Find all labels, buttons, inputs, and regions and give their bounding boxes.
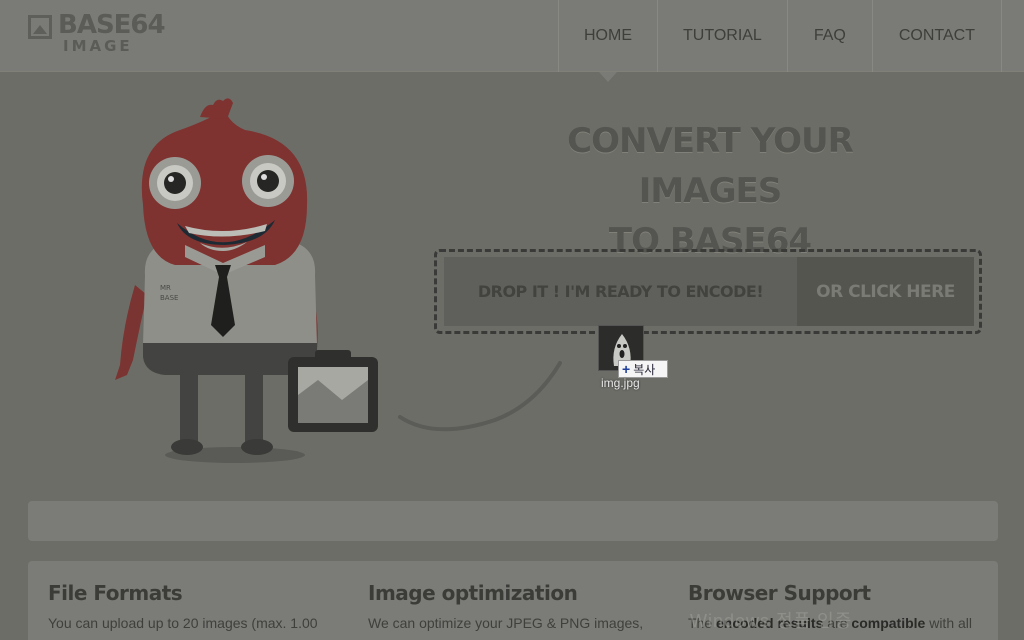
feature-text: We can optimize your JPEG & PNG images, [368, 615, 644, 631]
hero-title-line1: CONVERT YOUR IMAGES [567, 121, 854, 211]
active-nav-indicator [599, 72, 617, 82]
nav-home[interactable]: HOME [558, 0, 657, 72]
copy-label: 복사 [633, 362, 656, 377]
click-upload-button[interactable]: OR CLICK HERE [797, 257, 974, 326]
site-logo[interactable]: BASE64 IMAGE [28, 10, 166, 55]
dragged-file-name: img.jpg [601, 376, 640, 390]
shirt-label-1: MR [160, 284, 171, 292]
feature-text: You can upload up to 20 images (max. 1.0… [48, 615, 318, 631]
main-nav: HOME TUTORIAL FAQ CONTACT [558, 0, 1002, 72]
logo-sub-text: IMAGE [63, 37, 133, 55]
upload-dropzone[interactable]: DROP IT ! I'M READY TO ENCODE! OR CLICK … [434, 249, 982, 334]
image-icon [28, 15, 52, 39]
feature-title: Browser Support [688, 581, 871, 605]
windows-activation-watermark: Windows 정품 인증 [690, 611, 853, 631]
drop-area-label[interactable]: DROP IT ! I'M READY TO ENCODE! [444, 257, 797, 326]
feature-file-formats: File Formats You can upload up to 20 ima… [48, 581, 348, 631]
plus-icon: + [622, 361, 631, 377]
feature-title: File Formats [48, 581, 183, 605]
nav-faq[interactable]: FAQ [786, 0, 872, 72]
site-header: BASE64 IMAGE HOME TUTORIAL FAQ CONTACT [0, 0, 1024, 72]
hero-title: CONVERT YOUR IMAGES TO BASE64 [520, 116, 900, 266]
nav-tutorial[interactable]: TUTORIAL [657, 0, 787, 72]
feature-title: Image optimization [368, 581, 578, 605]
shirt-label-2: BASE [160, 294, 178, 302]
results-bar [28, 501, 998, 541]
feature-image-optimization: Image optimization We can optimize your … [368, 581, 668, 631]
mascot-illustration: MR BASE [115, 98, 378, 463]
nav-contact[interactable]: CONTACT [871, 0, 1002, 72]
logo-main-text: BASE64 [58, 10, 166, 40]
arrow-curve-decoration [398, 361, 562, 432]
features-panel: File Formats You can upload up to 20 ima… [28, 561, 998, 640]
